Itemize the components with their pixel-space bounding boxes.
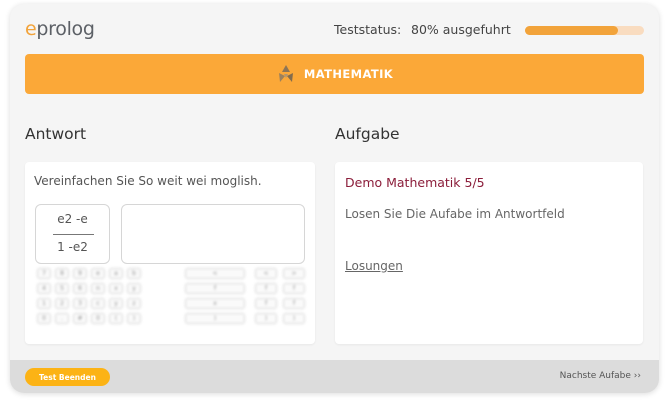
keypad-key[interactable]: 6 <box>73 283 87 294</box>
keypad-wide-key[interactable]: ) <box>185 313 245 324</box>
keypad-key[interactable]: y <box>127 283 141 294</box>
task-section-title: Aufgabe <box>335 125 400 143</box>
keypad-key[interactable]: e <box>91 268 105 279</box>
keypad-wide-key[interactable]: f <box>185 283 245 294</box>
question-text: Vereinfachen Sie So weit wei moglish. <box>34 174 262 188</box>
keypad-key[interactable]: 8 <box>55 268 69 279</box>
keypad-key[interactable]: ) <box>127 313 141 324</box>
keypad-key[interactable]: 0 <box>91 313 105 324</box>
keypad-key[interactable]: f <box>255 298 277 309</box>
keypad-key[interactable]: b <box>127 268 141 279</box>
keypad-key[interactable]: f <box>283 283 305 294</box>
keypad-key[interactable]: 4 <box>37 283 51 294</box>
progress-bar <box>525 26 644 35</box>
task-description: Losen Sie Die Aufabe im Antwortfeld <box>345 207 565 221</box>
keypad-key[interactable]: 5 <box>55 283 69 294</box>
test-status-value: 80% ausgefuhrt <box>411 22 511 37</box>
keypad-key[interactable]: a <box>109 268 123 279</box>
task-panel: Demo Mathematik 5/5 Losen Sie Die Aufabe… <box>335 162 643 344</box>
answer-section-title: Antwort <box>25 125 87 143</box>
keypad-key[interactable]: < <box>255 268 277 279</box>
keypad-key[interactable]: . <box>55 313 69 324</box>
keypad-key[interactable]: 7 <box>37 268 51 279</box>
solutions-link[interactable]: Losungen <box>345 259 403 273</box>
header: eprolog Teststatus: 80% ausgefuhrt <box>10 4 659 56</box>
keypad-key[interactable]: x <box>109 283 123 294</box>
keypad-key[interactable]: y <box>109 298 123 309</box>
next-task-button[interactable]: Nachste Aufabe ›› <box>560 371 641 381</box>
keypad-key[interactable]: 0 <box>37 313 51 324</box>
test-status-label: Teststatus: <box>334 22 402 37</box>
footer-bar: Test Beenden Nachste Aufabe ›› <box>10 360 659 393</box>
end-test-button[interactable]: Test Beenden <box>25 368 110 386</box>
keypad-key[interactable]: 9 <box>73 268 87 279</box>
keypad-key[interactable]: n <box>91 283 105 294</box>
keypad-key[interactable]: ) <box>283 313 305 324</box>
app-window: eprolog Teststatus: 80% ausgefuhrt MATHE… <box>10 4 659 393</box>
keypad-key[interactable]: 2 <box>55 298 69 309</box>
keypad-key[interactable]: 1 <box>37 298 51 309</box>
task-title: Demo Mathematik 5/5 <box>345 175 485 190</box>
subject-title: MATHEMATIK <box>303 67 394 81</box>
keypad-key[interactable]: > <box>283 268 305 279</box>
eprolog-logo: eprolog <box>25 18 95 40</box>
answer-input[interactable] <box>121 204 305 264</box>
fraction-expression: e2 -e 1 -e2 <box>35 204 110 264</box>
fraction-numerator: e2 -e <box>57 212 88 226</box>
keypad-key[interactable]: f <box>255 283 277 294</box>
keypad-key[interactable]: ( <box>109 313 123 324</box>
keypad-key[interactable]: 3 <box>73 298 87 309</box>
math-keypad[interactable]: 7 8 9 e a b 4 5 6 n x y 1 2 3 c y z 0. #0() < f x) < > f f f f)) <box>33 268 311 336</box>
keypad-wide-key[interactable]: x <box>185 298 245 309</box>
keypad-key[interactable]: z <box>127 298 141 309</box>
keypad-key[interactable]: c <box>91 298 105 309</box>
keypad-key[interactable]: # <box>73 313 87 324</box>
keypad-key[interactable]: f <box>283 298 305 309</box>
subject-banner: MATHEMATIK <box>25 54 644 94</box>
triangles-logo-icon <box>278 65 293 82</box>
fraction-bar <box>53 234 94 235</box>
answer-panel: Vereinfachen Sie So weit wei moglish. e2… <box>25 162 315 344</box>
keypad-wide-key[interactable]: < <box>185 268 245 279</box>
keypad-key[interactable]: ) <box>255 313 277 324</box>
fraction-denominator: 1 -e2 <box>57 240 88 254</box>
progress-bar-fill <box>525 26 618 35</box>
